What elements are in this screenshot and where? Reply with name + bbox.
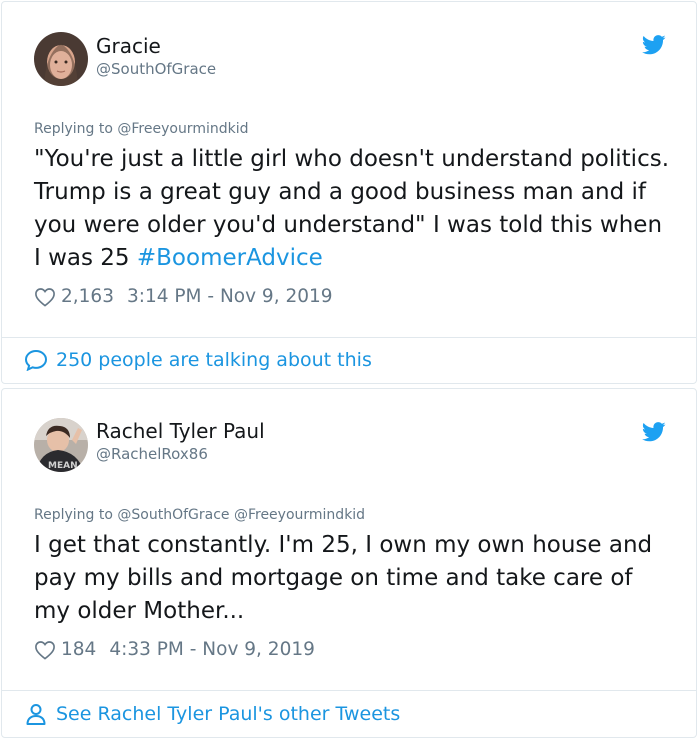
author-handle[interactable]: @SouthOfGrace [96,60,216,78]
hashtag-link[interactable]: #BoomerAdvice [137,245,323,271]
tweet-text: "You're just a little girl who doesn't u… [34,143,674,275]
tweet-meta: 2,163 3:14 PM - Nov 9, 2019 [34,286,333,307]
avatar[interactable] [34,32,88,86]
conversation-text[interactable]: 250 people are talking about this [56,349,372,371]
heart-icon[interactable] [34,640,56,660]
avatar[interactable]: MEAN [34,418,88,472]
like-count[interactable]: 184 [61,639,96,660]
twitter-bird-icon[interactable] [642,422,666,442]
conversation-link[interactable]: 250 people are talking about this [24,349,372,371]
tweet-card-rachel[interactable]: MEAN Rachel Tyler Paul @RachelRox86 Repl… [1,388,697,738]
author-name[interactable]: Gracie [96,34,161,58]
like-count[interactable]: 2,163 [61,286,114,307]
other-tweets-text[interactable]: See Rachel Tyler Paul's other Tweets [56,703,400,725]
divider [2,337,696,338]
author-handle[interactable]: @RachelRox86 [96,445,208,463]
tweet-text: I get that constantly. I'm 25, I own my … [34,532,653,624]
svg-text:MEAN: MEAN [48,461,78,471]
tweet-text-content: "You're just a little girl who doesn't u… [34,146,670,271]
divider [2,690,696,691]
author-name[interactable]: Rachel Tyler Paul [96,419,265,443]
speech-bubble-icon [24,349,48,371]
replying-to[interactable]: Replying to @SouthOfGrace @Freeyourmindk… [34,507,365,523]
twitter-bird-icon[interactable] [642,35,666,55]
heart-icon[interactable] [34,287,56,307]
replying-to[interactable]: Replying to @Freeyourmindkid [34,121,249,137]
timestamp[interactable]: 4:33 PM - Nov 9, 2019 [109,639,315,660]
person-icon [26,704,46,725]
timestamp[interactable]: 3:14 PM - Nov 9, 2019 [127,286,333,307]
tweet-meta: 184 4:33 PM - Nov 9, 2019 [34,639,315,660]
other-tweets-link[interactable]: See Rachel Tyler Paul's other Tweets [24,702,400,726]
tweet-card-gracie[interactable]: Gracie @SouthOfGrace Replying to @Freeyo… [1,1,697,384]
